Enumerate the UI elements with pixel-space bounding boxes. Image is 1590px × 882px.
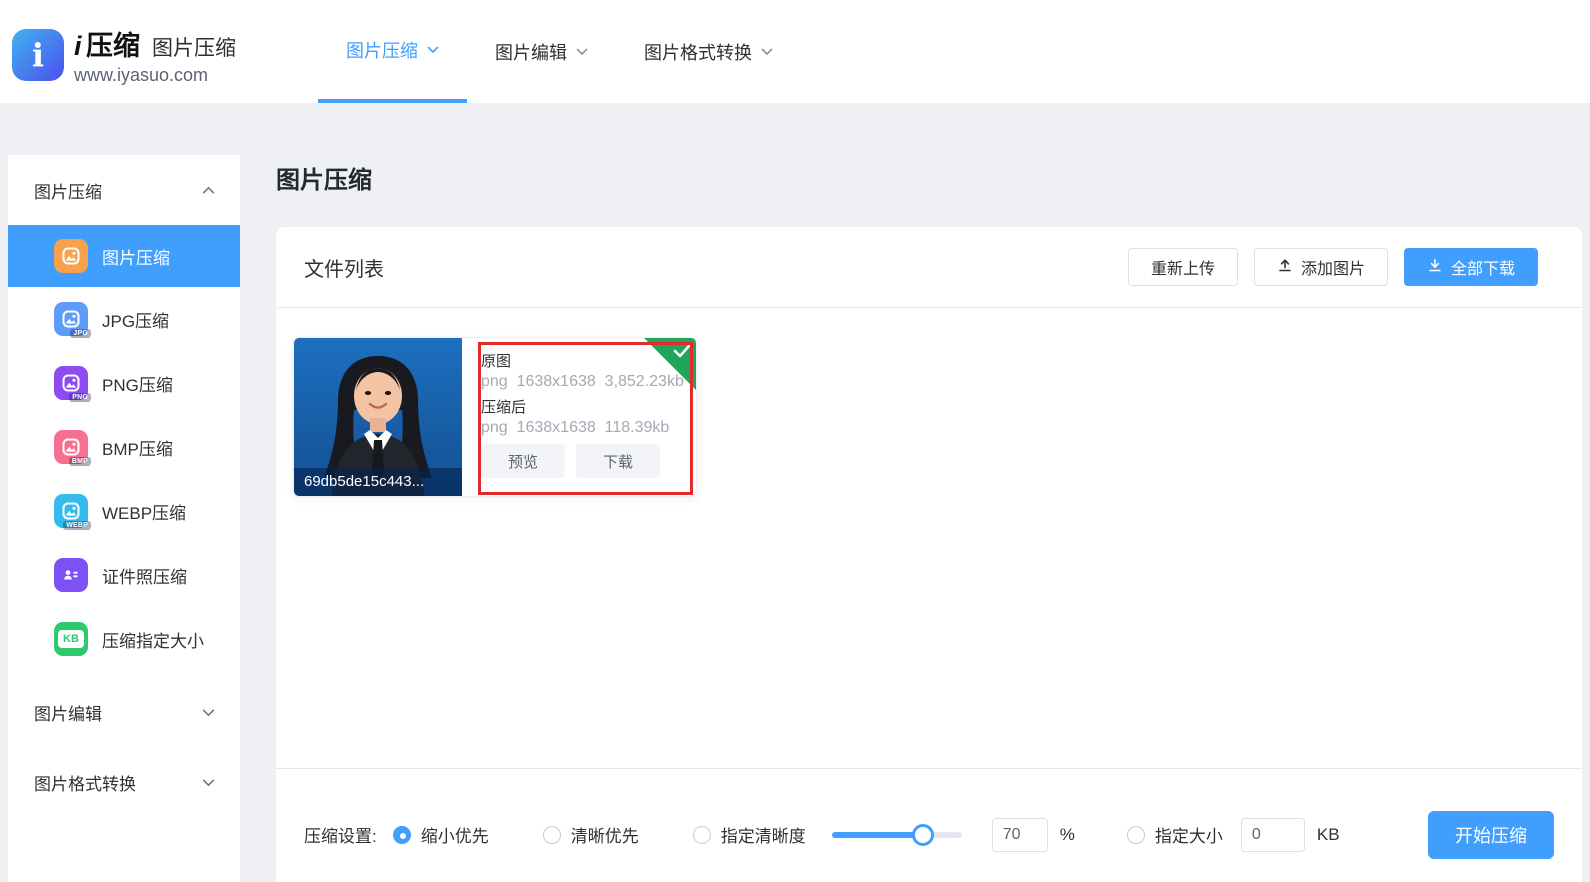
file-list-header: 文件列表 重新上传 添加图片 全部下载	[276, 227, 1582, 308]
compressed-label: 压缩后	[481, 396, 684, 417]
png-compress-icon: PNG	[54, 366, 88, 400]
sidebar-group-image-edit[interactable]: 图片编辑	[8, 677, 240, 747]
file-list-title: 文件列表	[304, 253, 384, 282]
add-images-button[interactable]: 添加图片	[1254, 248, 1388, 286]
add-images-button-label: 添加图片	[1301, 255, 1365, 279]
preview-button[interactable]: 预览	[481, 444, 565, 478]
size-compress-icon: KB	[54, 622, 88, 656]
sidebar: 图片压缩 图片压缩 JPG JPG压缩 PNG PNG压缩	[8, 155, 240, 882]
kb-unit: KB	[1317, 825, 1340, 845]
sidebar-item-compress-to-size[interactable]: KB 压缩指定大小	[8, 607, 240, 671]
page-title: 图片压缩	[276, 160, 372, 195]
percent-unit: %	[1060, 825, 1075, 845]
sidebar-item-label: 压缩指定大小	[102, 627, 204, 652]
sidebar-item-label: JPG压缩	[102, 307, 169, 332]
nav-tab-image-compress[interactable]: 图片压缩	[318, 0, 467, 103]
compression-settings-bar: 压缩设置: 缩小优先 清晰优先 指定清晰度 %	[276, 768, 1582, 882]
quality-input[interactable]	[992, 818, 1048, 852]
radio-label: 缩小优先	[421, 822, 489, 847]
brand[interactable]: i i 压缩 图片压缩 www.iyasuo.com	[12, 24, 236, 86]
sidebar-item-label: PNG压缩	[102, 371, 173, 396]
chevron-down-icon	[427, 44, 439, 56]
chevron-down-icon	[761, 46, 773, 58]
sidebar-item-image-compress[interactable]: 图片压缩	[8, 225, 240, 287]
nav-tab-image-edit[interactable]: 图片编辑	[467, 0, 616, 103]
sidebar-item-label: 图片压缩	[102, 244, 170, 269]
webp-badge: WEBP	[63, 521, 91, 530]
radio-specify-size[interactable]: 指定大小	[1127, 822, 1223, 847]
radio-label: 指定清晰度	[721, 822, 806, 847]
reupload-button-label: 重新上传	[1151, 255, 1215, 279]
sidebar-item-jpg-compress[interactable]: JPG JPG压缩	[8, 287, 240, 351]
nav-tab-format-convert[interactable]: 图片格式转换	[616, 0, 801, 103]
jpg-compress-icon: JPG	[54, 302, 88, 336]
file-list-panel: 文件列表 重新上传 添加图片 全部下载	[276, 227, 1582, 882]
chevron-down-icon	[576, 46, 588, 58]
sidebar-item-bmp-compress[interactable]: BMP BMP压缩	[8, 415, 240, 479]
sidebar-group-label: 图片压缩	[34, 178, 102, 203]
jpg-badge: JPG	[70, 329, 91, 338]
download-icon	[1427, 257, 1443, 278]
sidebar-item-label: WEBP压缩	[102, 499, 186, 524]
bmp-compress-icon: BMP	[54, 430, 88, 464]
sidebar-group-label: 图片编辑	[34, 700, 102, 725]
file-name-overlay: 69db5de15c443...	[294, 468, 462, 496]
brand-text: i 压缩 图片压缩 www.iyasuo.com	[74, 24, 236, 86]
page: i i 压缩 图片压缩 www.iyasuo.com 图片压缩 图片编辑	[0, 0, 1590, 882]
reupload-button[interactable]: 重新上传	[1128, 248, 1238, 286]
png-badge: PNG	[69, 393, 91, 402]
settings-label: 压缩设置:	[304, 822, 377, 847]
file-thumbnail[interactable]: 69db5de15c443...	[294, 338, 462, 496]
nav-tab-label: 图片压缩	[346, 37, 418, 63]
sidebar-item-label: BMP压缩	[102, 435, 173, 460]
sidebar-item-webp-compress[interactable]: WEBP WEBP压缩	[8, 479, 240, 543]
sidebar-group-image-compress[interactable]: 图片压缩	[8, 155, 240, 225]
chevron-up-icon	[202, 184, 214, 196]
radio-button-checked[interactable]	[393, 826, 411, 844]
radio-label: 清晰优先	[571, 822, 639, 847]
radio-shrink-priority[interactable]: 缩小优先	[393, 822, 489, 847]
upload-icon	[1277, 257, 1293, 278]
brand-subtitle: 图片压缩	[152, 32, 236, 62]
radio-label: 指定大小	[1155, 822, 1223, 847]
chevron-down-icon	[202, 706, 214, 718]
chevron-down-icon	[202, 776, 214, 788]
compressed-meta: png 1638x1638 118.39kb	[481, 419, 684, 437]
sidebar-item-label: 证件照压缩	[102, 563, 187, 588]
start-compress-button[interactable]: 开始压缩	[1428, 811, 1554, 859]
id-photo-compress-icon	[54, 558, 88, 592]
brand-logo-icon: i	[12, 29, 64, 81]
check-icon	[673, 344, 691, 363]
quality-slider[interactable]	[832, 824, 962, 846]
sidebar-item-png-compress[interactable]: PNG PNG压缩	[8, 351, 240, 415]
radio-clarity-priority[interactable]: 清晰优先	[543, 822, 639, 847]
file-list-area: 69db5de15c443... 原图 png 1638x1638 3,852.…	[276, 308, 1582, 768]
brand-title: i 压缩	[74, 24, 140, 63]
image-compress-icon	[54, 239, 88, 273]
sidebar-group-format-convert[interactable]: 图片格式转换	[8, 747, 240, 817]
nav-tab-label: 图片格式转换	[644, 39, 752, 65]
main-nav: 图片压缩 图片编辑 图片格式转换	[318, 0, 801, 103]
webp-compress-icon: WEBP	[54, 494, 88, 528]
radio-button[interactable]	[1127, 826, 1145, 844]
radio-button[interactable]	[543, 826, 561, 844]
kb-badge: KB	[58, 630, 84, 648]
sidebar-group-label: 图片格式转换	[34, 770, 136, 795]
download-all-button[interactable]: 全部下载	[1404, 248, 1538, 286]
radio-specify-clarity[interactable]: 指定清晰度	[693, 822, 806, 847]
slider-handle[interactable]	[912, 824, 934, 846]
size-input[interactable]	[1241, 818, 1305, 852]
file-download-button[interactable]: 下载	[576, 444, 660, 478]
sidebar-item-id-photo-compress[interactable]: 证件照压缩	[8, 543, 240, 607]
nav-tab-label: 图片编辑	[495, 39, 567, 65]
brand-url: www.iyasuo.com	[74, 65, 236, 86]
top-header: i i 压缩 图片压缩 www.iyasuo.com 图片压缩 图片编辑	[0, 0, 1590, 103]
slider-fill	[832, 832, 923, 838]
download-all-button-label: 全部下载	[1451, 255, 1515, 279]
radio-button[interactable]	[693, 826, 711, 844]
bmp-badge: BMP	[69, 457, 91, 466]
file-item[interactable]: 69db5de15c443... 原图 png 1638x1638 3,852.…	[293, 337, 697, 497]
